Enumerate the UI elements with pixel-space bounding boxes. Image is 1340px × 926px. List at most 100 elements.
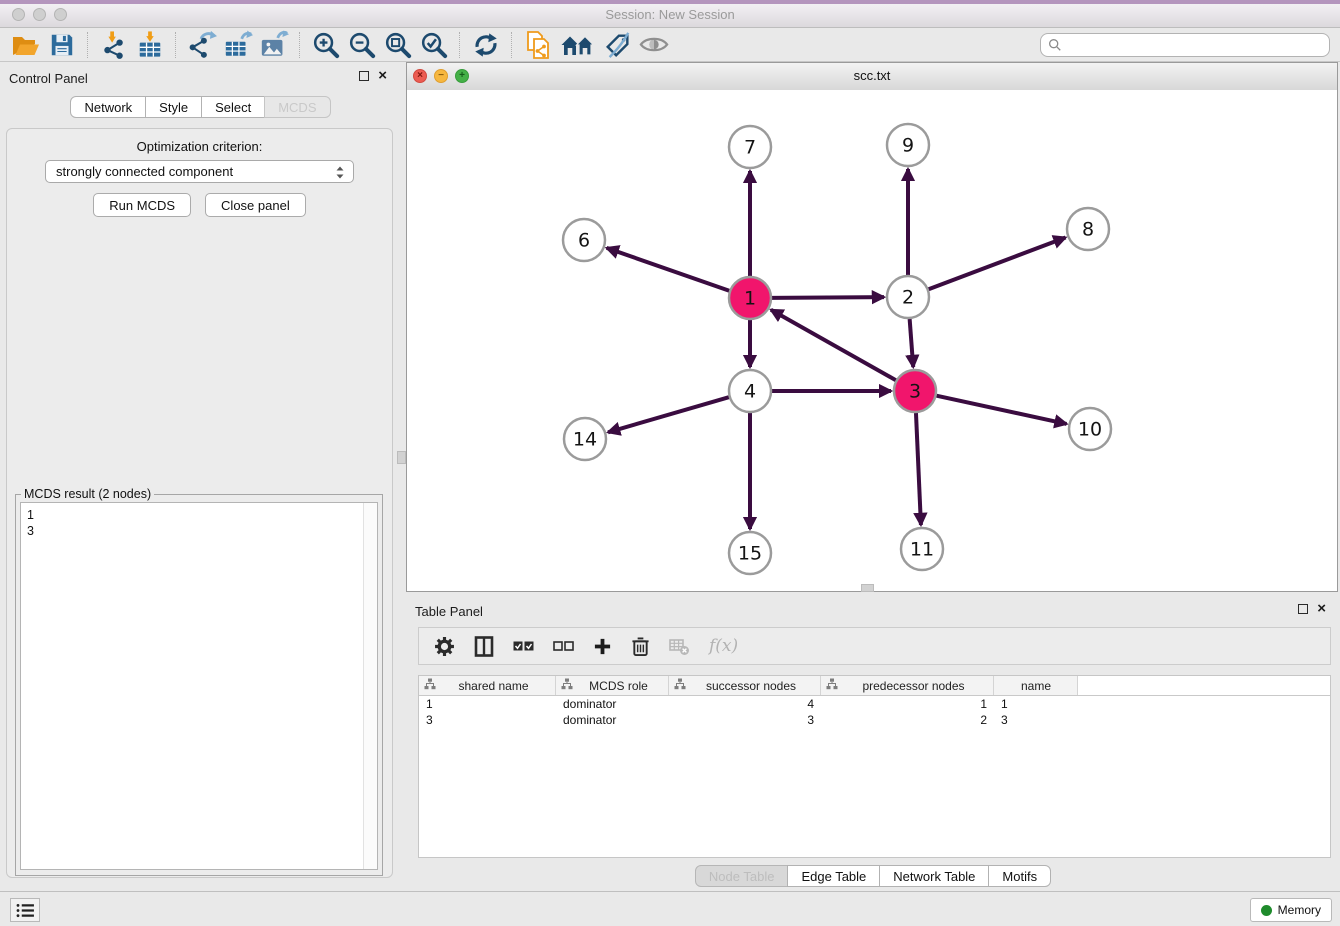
delete-row-button[interactable] <box>631 636 650 657</box>
tab-mcds[interactable]: MCDS <box>264 96 330 118</box>
cell[interactable]: 3 <box>419 713 556 727</box>
tab-node-table[interactable]: Node Table <box>695 865 789 887</box>
show-graphics-button[interactable] <box>636 30 672 60</box>
cell[interactable]: 3 <box>994 713 1078 727</box>
delete-table-icon <box>669 637 690 656</box>
zoom-selected-icon <box>420 31 448 59</box>
graph-edge-1-2[interactable] <box>772 297 884 298</box>
float-panel-icon[interactable] <box>359 71 369 81</box>
tab-select[interactable]: Select <box>201 96 265 118</box>
delete-table-button[interactable] <box>669 637 690 656</box>
select-all-button[interactable] <box>513 640 534 652</box>
show-graphics-icon <box>639 33 669 56</box>
column-header-predecessor-nodes[interactable]: predecessor nodes <box>821 676 994 695</box>
graph-node-7[interactable]: 7 <box>729 126 771 168</box>
criterion-select[interactable]: strongly connected component <box>45 160 354 183</box>
session-title: Session: New Session <box>0 7 1340 22</box>
graph-node-4[interactable]: 4 <box>729 370 771 412</box>
run-mcds-button[interactable]: Run MCDS <box>93 193 191 217</box>
graph-node-3[interactable]: 3 <box>894 370 936 412</box>
control-panel-header: Control Panel × <box>0 62 401 92</box>
save-session-button[interactable] <box>44 30 80 60</box>
clone-network-button[interactable] <box>520 30 556 60</box>
column-header-shared-name[interactable]: shared name <box>419 676 556 695</box>
tab-style[interactable]: Style <box>145 96 202 118</box>
vertical-splitter-handle[interactable] <box>397 451 406 464</box>
graph-node-10[interactable]: 10 <box>1069 408 1111 450</box>
deselect-all-button[interactable] <box>553 640 574 652</box>
first-neighbors-button[interactable] <box>556 30 600 60</box>
zoom-fit-button[interactable] <box>380 30 416 60</box>
network-canvas[interactable]: 7 9 6 8 1 2 4 3 14 10 15 11 <box>407 90 1337 591</box>
zoom-in-button[interactable] <box>308 30 344 60</box>
clone-network-icon <box>524 30 552 60</box>
mcds-panel: Optimization criterion: strongly connect… <box>6 128 393 878</box>
close-panel-icon[interactable]: × <box>378 70 387 82</box>
column-header-MCDS-role[interactable]: MCDS role <box>556 676 669 695</box>
hide-labels-button[interactable] <box>600 30 636 60</box>
graph-node-15[interactable]: 15 <box>729 532 771 574</box>
import-table-button[interactable] <box>132 30 168 60</box>
open-file-button[interactable] <box>8 30 44 60</box>
tab-network-table[interactable]: Network Table <box>879 865 989 887</box>
svg-text:15: 15 <box>738 543 762 565</box>
graph-node-6[interactable]: 6 <box>563 219 605 261</box>
graph-edge-1-6[interactable] <box>607 248 730 291</box>
horizontal-splitter-handle[interactable] <box>861 584 874 592</box>
delete-icon <box>631 636 650 657</box>
graph-edge-2-8[interactable] <box>929 237 1066 289</box>
cell[interactable]: 1 <box>419 697 556 711</box>
gear-button[interactable] <box>434 636 455 657</box>
cell[interactable]: 3 <box>669 713 821 727</box>
tab-edge-table[interactable]: Edge Table <box>787 865 880 887</box>
close-panel-icon[interactable]: × <box>1317 603 1326 615</box>
columns-button[interactable] <box>474 636 494 657</box>
table-row[interactable]: 1dominator411 <box>419 696 1330 712</box>
column-header-successor-nodes[interactable]: successor nodes <box>669 676 821 695</box>
zoom-out-button[interactable] <box>344 30 380 60</box>
graph-edge-3-1[interactable] <box>771 310 896 380</box>
table-row[interactable]: 3dominator323 <box>419 712 1330 728</box>
column-header-name[interactable]: name <box>994 676 1078 695</box>
cell[interactable]: 4 <box>669 697 821 711</box>
task-history-button[interactable] <box>10 898 40 922</box>
network-window-titlebar[interactable]: × − + scc.txt <box>407 63 1337 91</box>
graph-node-9[interactable]: 9 <box>887 124 929 166</box>
cell[interactable]: 2 <box>821 713 994 727</box>
import-network-button[interactable] <box>96 30 132 60</box>
svg-text:6: 6 <box>578 230 590 252</box>
search-field[interactable] <box>1040 33 1330 57</box>
function-builder-button[interactable]: f(x) <box>709 636 738 656</box>
deselect-all-icon <box>553 640 574 652</box>
toolbar-separator <box>511 32 513 58</box>
graph-node-11[interactable]: 11 <box>901 528 943 570</box>
network-view-window: × − + scc.txt 7 9 6 8 1 2 4 3 14 10 15 11 <box>406 62 1338 592</box>
memory-button[interactable]: Memory <box>1250 898 1332 922</box>
graph-node-14[interactable]: 14 <box>564 418 606 460</box>
float-panel-icon[interactable] <box>1298 604 1308 614</box>
mcds-result-area[interactable]: 13 <box>20 502 378 870</box>
graph-edge-3-10[interactable] <box>936 396 1066 424</box>
close-panel-button[interactable]: Close panel <box>205 193 306 217</box>
export-image-button[interactable] <box>256 30 292 60</box>
graph-edge-3-11[interactable] <box>916 413 921 525</box>
graph-edge-2-3[interactable] <box>910 319 914 367</box>
export-table-button[interactable] <box>220 30 256 60</box>
open-file-icon <box>11 32 41 58</box>
cell[interactable]: dominator <box>556 697 669 711</box>
zoom-selected-button[interactable] <box>416 30 452 60</box>
cell[interactable]: dominator <box>556 713 669 727</box>
refresh-button[interactable] <box>468 30 504 60</box>
graph-node-1[interactable]: 1 <box>729 277 771 319</box>
add-row-button[interactable] <box>593 637 612 656</box>
export-network-button[interactable] <box>184 30 220 60</box>
cell[interactable]: 1 <box>994 697 1078 711</box>
result-scrollbar[interactable] <box>363 503 377 869</box>
graph-edge-4-14[interactable] <box>608 397 729 432</box>
cell[interactable]: 1 <box>821 697 994 711</box>
graph-node-2[interactable]: 2 <box>887 276 929 318</box>
graph-node-8[interactable]: 8 <box>1067 208 1109 250</box>
tab-motifs[interactable]: Motifs <box>988 865 1051 887</box>
tab-network[interactable]: Network <box>70 96 146 118</box>
search-input[interactable] <box>1066 37 1329 53</box>
